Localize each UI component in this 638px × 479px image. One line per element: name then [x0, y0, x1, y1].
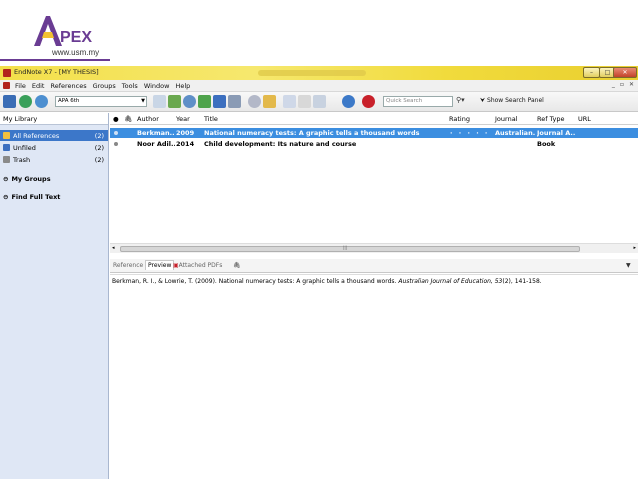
paperclip-icon[interactable]: 🖇	[233, 262, 241, 269]
column-title[interactable]: Title	[204, 115, 218, 123]
column-author[interactable]: Author	[137, 115, 159, 123]
column-year[interactable]: Year	[176, 115, 190, 123]
cite-while-write-icon[interactable]	[313, 95, 326, 108]
show-search-panel-button[interactable]: ⮟ Show Search Panel	[480, 97, 544, 105]
attach-icon[interactable]	[283, 95, 296, 108]
section-my-groups[interactable]: ⊖ My Groups	[0, 173, 108, 184]
menu-tools[interactable]: Tools	[122, 82, 138, 90]
endnote-window: EndNote X7 - [MY THESIS] – □ ✕ File Edit…	[0, 66, 638, 479]
sync-icon[interactable]	[342, 95, 355, 108]
blurred-caption	[258, 70, 366, 76]
chevron-down-icon: ▼	[141, 98, 145, 104]
unfiled-icon	[3, 144, 10, 151]
attachment-column-icon[interactable]: 🖇	[124, 115, 132, 123]
doc-restore-button[interactable]: ▫	[620, 81, 624, 88]
document-icon	[3, 82, 10, 89]
integrated-library-icon[interactable]	[35, 95, 48, 108]
new-reference-icon[interactable]	[168, 95, 181, 108]
doc-minimize-button[interactable]: _	[612, 81, 615, 88]
reference-row[interactable]: Noor Adil... 2014 Child development: Its…	[110, 139, 638, 149]
rating-stars[interactable]: · · · · ·	[450, 129, 489, 137]
menu-references[interactable]: References	[50, 82, 86, 90]
output-style-value: APA 6th	[58, 98, 80, 104]
upload-icon[interactable]	[213, 95, 226, 108]
menu-edit[interactable]: Edit	[32, 82, 45, 90]
reference-row[interactable]: Berkman... 2009 National numeracy tests:…	[110, 128, 638, 138]
menu-bar: File Edit References Groups Tools Window…	[0, 80, 638, 92]
scroll-left-icon[interactable]: ◂	[112, 245, 115, 251]
groups-pane: My Library All References (2) Unfiled (2…	[0, 113, 109, 479]
scroll-grip-icon: |||	[343, 245, 348, 250]
library-header: My Library	[0, 113, 108, 125]
search-icon[interactable]: ⚲▾	[456, 96, 465, 104]
group-unfiled[interactable]: Unfiled (2)	[0, 142, 108, 153]
quick-search-input[interactable]: Quick Search	[383, 96, 453, 107]
preview-tabs: Reference Preview ▣Attached PDFs 🖇 ▼	[110, 259, 638, 273]
group-all-references[interactable]: All References (2)	[0, 130, 108, 141]
window-title: EndNote X7 - [MY THESIS]	[14, 68, 99, 76]
logo-divider	[0, 59, 110, 61]
slide-logo-area: PEX www.usm.my	[0, 0, 638, 66]
column-journal[interactable]: Journal	[495, 115, 517, 123]
toolbar: APA 6th ▼ Quick Search ⚲▾ ⮟ Show Search …	[0, 92, 638, 112]
horizontal-scrollbar[interactable]: ◂ ||| ▸	[110, 243, 638, 253]
format-paper-icon[interactable]	[298, 95, 311, 108]
tab-attached-pdfs[interactable]: ▣Attached PDFs	[173, 262, 222, 269]
doc-close-button[interactable]: ✕	[629, 81, 634, 88]
tab-preview[interactable]: Preview	[145, 260, 175, 270]
insert-citation-icon[interactable]	[153, 95, 166, 108]
scroll-thumb[interactable]	[120, 246, 580, 252]
open-link-icon[interactable]	[228, 95, 241, 108]
references-icon	[3, 132, 10, 139]
collapse-icon: ⊖	[3, 174, 9, 183]
find-full-text-icon[interactable]	[183, 95, 196, 108]
menu-help[interactable]: Help	[175, 82, 190, 90]
reference-list-header: ● 🖇 Author Year Title Rating Journal Ref…	[110, 113, 638, 125]
scroll-right-icon[interactable]: ▸	[633, 245, 636, 251]
collapse-icon: ⊖	[3, 192, 9, 201]
citation-preview: Berkman, R. I., & Lowrie, T. (2009). Nat…	[112, 278, 542, 285]
svg-text:PEX: PEX	[60, 29, 92, 46]
help-icon[interactable]	[362, 95, 375, 108]
read-status-column-icon[interactable]: ●	[113, 115, 119, 123]
column-ref-type[interactable]: Ref Type	[537, 115, 565, 123]
chevron-down-icon[interactable]: ▼	[626, 262, 631, 269]
read-status-icon	[114, 131, 118, 135]
apex-logo: PEX	[34, 16, 92, 46]
preview-pane: Berkman, R. I., & Lowrie, T. (2009). Nat…	[110, 274, 638, 479]
trash-icon	[3, 156, 10, 163]
close-button[interactable]: ✕	[613, 67, 637, 78]
minimize-button[interactable]: –	[583, 67, 600, 78]
read-status-icon	[114, 142, 118, 146]
menu-file[interactable]: File	[15, 82, 26, 90]
online-search-icon[interactable]	[19, 95, 32, 108]
logo-url: www.usm.my	[52, 48, 100, 57]
menu-window[interactable]: Window	[144, 82, 170, 90]
folder-icon[interactable]	[263, 95, 276, 108]
menu-groups[interactable]: Groups	[93, 82, 116, 90]
web-icon[interactable]	[248, 95, 261, 108]
endnote-app-icon	[3, 69, 11, 77]
column-rating[interactable]: Rating	[449, 115, 470, 123]
title-bar[interactable]: EndNote X7 - [MY THESIS] – □ ✕	[0, 66, 638, 80]
group-trash[interactable]: Trash (2)	[0, 154, 108, 165]
column-url[interactable]: URL	[578, 115, 591, 123]
section-find-full-text[interactable]: ⊖ Find Full Text	[0, 191, 108, 202]
tab-reference[interactable]: Reference	[113, 262, 143, 269]
download-icon[interactable]	[198, 95, 211, 108]
local-library-icon[interactable]	[3, 95, 16, 108]
output-style-select[interactable]: APA 6th ▼	[55, 96, 147, 107]
